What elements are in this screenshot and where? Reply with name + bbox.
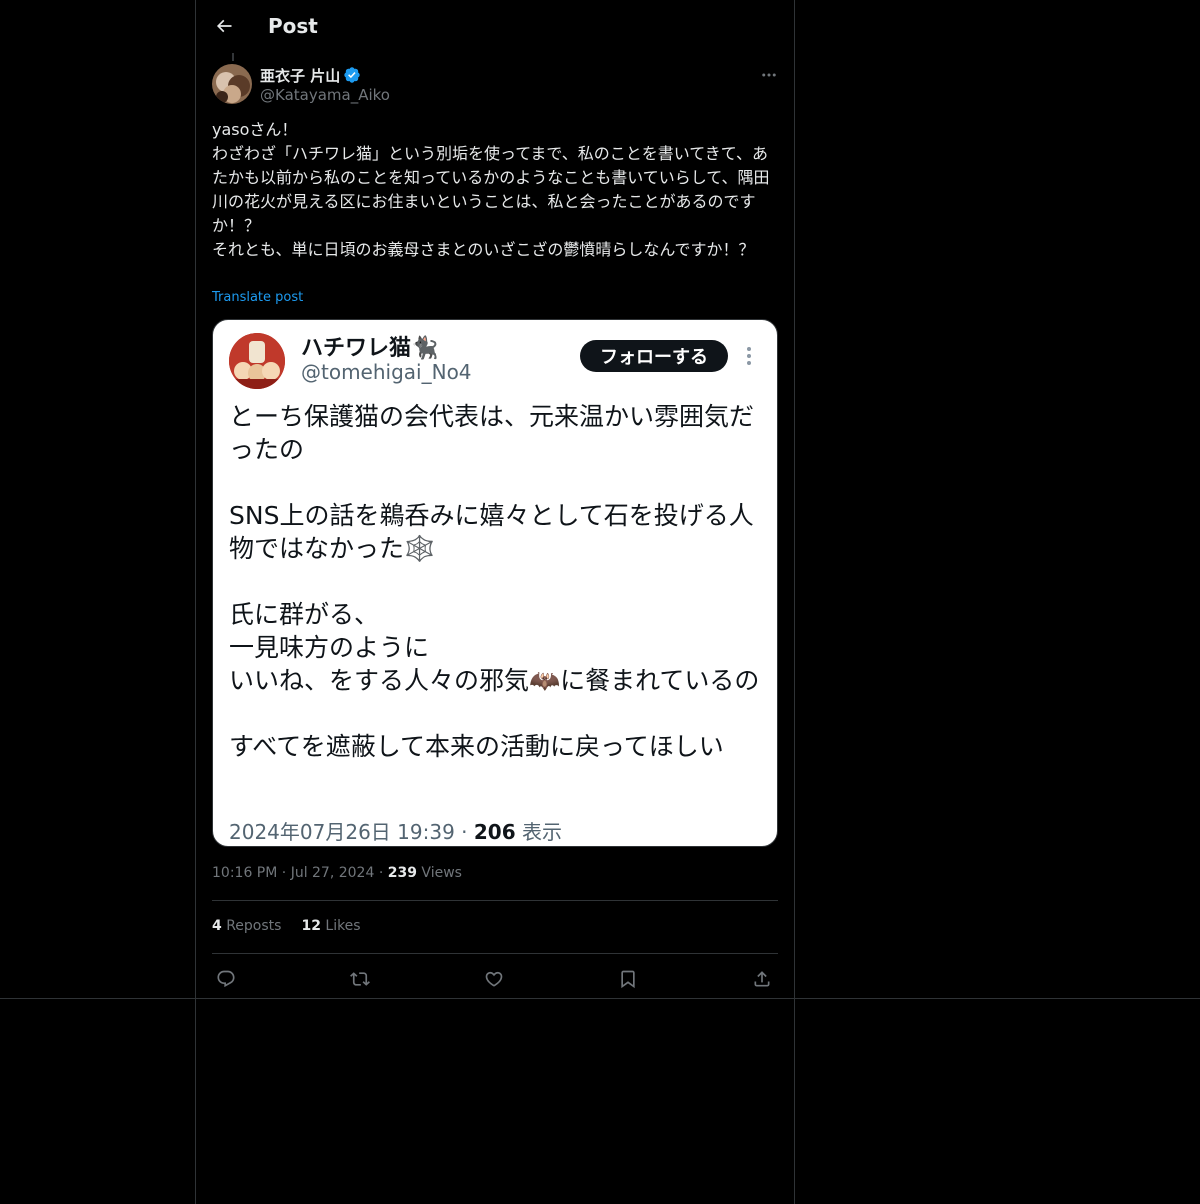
views-label: Views bbox=[416, 865, 462, 881]
meta-separator: · bbox=[374, 865, 388, 881]
embedded-follow-button: フォローする bbox=[580, 340, 728, 372]
back-button[interactable] bbox=[208, 10, 240, 42]
share-icon bbox=[754, 971, 770, 987]
avatar[interactable] bbox=[212, 64, 252, 104]
verified-badge-icon bbox=[344, 67, 360, 83]
divider bbox=[212, 953, 778, 954]
embedded-views-count: 206 bbox=[473, 820, 516, 844]
avatar-image bbox=[212, 64, 252, 104]
share-button[interactable] bbox=[748, 965, 776, 993]
author-name[interactable]: 亜衣子 片山 bbox=[260, 65, 340, 86]
likes-label: Likes bbox=[320, 918, 361, 934]
reposts-label: Reposts bbox=[221, 918, 282, 934]
embedded-handle: @tomehigai_No4 bbox=[301, 360, 472, 384]
post-stats: 4 Reposts 12 Likes bbox=[212, 918, 361, 934]
views-count: 239 bbox=[387, 865, 417, 881]
header: Post bbox=[196, 0, 794, 53]
post-text: yasoさん！ わざわざ「ハチワレ猫」という別垢を使ってまで、私のことを書いてき… bbox=[212, 120, 770, 259]
embedded-date: 2024年07月26日 19:39 · bbox=[229, 820, 474, 844]
post-image[interactable]: ハチワレ猫🐈‍⬛ @tomehigai_No4 フォローする とーち保護猫の会代… bbox=[212, 319, 778, 847]
main-column: Post 亜衣子 片山 @Katayama_Aiko yasoさん！ わざわざ「… bbox=[195, 0, 795, 1204]
back-arrow-icon bbox=[216, 19, 232, 33]
thread-line bbox=[232, 53, 234, 61]
embedded-avatar bbox=[229, 333, 285, 389]
like-icon bbox=[485, 971, 503, 987]
bookmark-icon bbox=[621, 970, 635, 989]
more-button[interactable] bbox=[758, 64, 780, 86]
divider bbox=[212, 900, 778, 901]
post-meta: 10:16 PM · Jul 27, 2024 · 239 Views bbox=[212, 865, 462, 881]
post-time[interactable]: 10:16 PM bbox=[212, 865, 277, 881]
meta-separator: · bbox=[277, 865, 291, 881]
reply-icon bbox=[217, 970, 235, 988]
embedded-more-icon bbox=[747, 347, 751, 365]
page-title: Post bbox=[268, 14, 318, 38]
translate-post-link[interactable]: Translate post bbox=[212, 290, 303, 305]
likes-stat[interactable]: 12 Likes bbox=[301, 918, 360, 934]
embedded-views-label: 表示 bbox=[515, 820, 562, 844]
action-bar bbox=[212, 965, 778, 993]
embedded-text: とーち保護猫の会代表は、元来温かい雰囲気だったの SNS上の話を鵜呑みに嬉々とし… bbox=[229, 402, 760, 761]
reposts-count: 4 bbox=[212, 918, 222, 934]
embedded-footer: 2024年07月26日 19:39 · 206 表示 bbox=[229, 816, 562, 845]
bookmark-button[interactable] bbox=[614, 965, 642, 993]
repost-icon bbox=[350, 972, 370, 986]
embedded-name: ハチワレ猫🐈‍⬛ bbox=[301, 336, 439, 361]
reposts-stat[interactable]: 4 Reposts bbox=[212, 918, 281, 934]
repost-button[interactable] bbox=[346, 965, 374, 993]
post-date[interactable]: Jul 27, 2024 bbox=[291, 865, 375, 881]
more-icon bbox=[762, 73, 776, 77]
author-name-row: 亜衣子 片山 bbox=[260, 64, 361, 86]
likes-count: 12 bbox=[301, 918, 321, 934]
like-button[interactable] bbox=[480, 965, 508, 993]
divider bbox=[0, 998, 1200, 999]
author-handle[interactable]: @Katayama_Aiko bbox=[260, 86, 390, 104]
reply-button[interactable] bbox=[212, 965, 240, 993]
